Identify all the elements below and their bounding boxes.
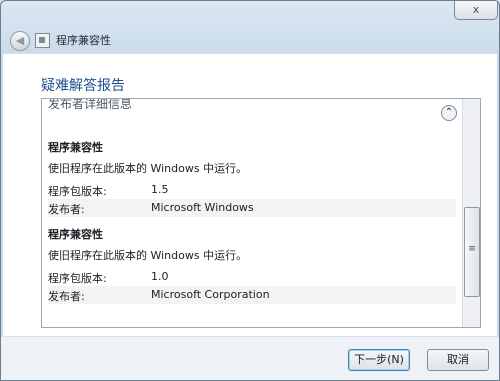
scrollbar-thumb[interactable]: ≡ — [464, 207, 480, 297]
version-value: 1.5 — [151, 183, 169, 196]
content-area: 疑难解答报告 发布者详细信息 ⌃ 程序兼容性 使旧程序在此版本的 Windows… — [3, 53, 497, 336]
version-row: 程序包版本: 1.5 — [48, 181, 456, 199]
publisher-value: Microsoft Corporation — [151, 288, 270, 301]
navigation-bar: ◀ 程序兼容性 — [1, 27, 499, 53]
version-value: 1.0 — [151, 270, 169, 283]
collapse-icon[interactable]: ⌃ — [441, 105, 457, 121]
publisher-details-header: 发布者详细信息 — [48, 98, 133, 111]
section-description: 使旧程序在此版本的 Windows 中运行。 — [48, 162, 248, 175]
version-row: 程序包版本: 1.0 — [48, 268, 456, 286]
section-title: 程序兼容性 — [48, 228, 103, 241]
vertical-scrollbar[interactable]: ≡ — [462, 99, 480, 327]
version-label: 程序包版本: — [48, 185, 107, 198]
publisher-details-panel: 发布者详细信息 ⌃ 程序兼容性 使旧程序在此版本的 Windows 中运行。 程… — [41, 98, 481, 328]
publisher-label: 发布者: — [48, 290, 85, 303]
window-title: 程序兼容性 — [56, 34, 111, 47]
section-title: 程序兼容性 — [48, 141, 103, 154]
publisher-row: 发布者: Microsoft Windows — [48, 199, 456, 217]
page-title: 疑难解答报告 — [41, 78, 125, 94]
grip-icon: ≡ — [468, 244, 476, 254]
version-label: 程序包版本: — [48, 272, 107, 285]
section-description: 使旧程序在此版本的 Windows 中运行。 — [48, 249, 248, 262]
next-button[interactable]: 下一步(N) — [348, 349, 410, 371]
program-compatibility-icon — [35, 33, 50, 48]
button-bar: 下一步(N) 取消 — [1, 336, 499, 380]
back-button[interactable]: ◀ — [10, 31, 30, 51]
publisher-label: 发布者: — [48, 203, 85, 216]
close-button[interactable]: x — [454, 1, 498, 20]
publisher-row: 发布者: Microsoft Corporation — [48, 286, 456, 304]
publisher-value: Microsoft Windows — [151, 201, 254, 214]
dialog-window: x ◀ 程序兼容性 疑难解答报告 发布者详细信息 ⌃ 程序兼容性 使旧程序在此版… — [0, 0, 500, 381]
cancel-button[interactable]: 取消 — [427, 349, 489, 371]
